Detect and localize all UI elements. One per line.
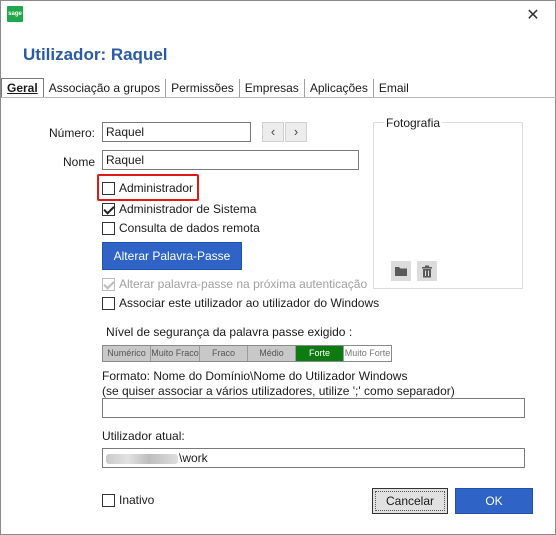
user-dialog: sage ✕ Utilizador: Raquel Geral Associaç… [0,0,556,535]
nivel-seguranca-label: Nível de segurança da palavra passe exig… [106,325,353,339]
trash-icon[interactable] [417,261,437,281]
level-forte[interactable]: Forte [296,346,344,361]
administrador-label: Administrador [119,181,194,195]
nome-label: Nome [63,155,96,169]
inativo-label: Inativo [119,493,155,507]
admin-sistema-label: Administrador de Sistema [119,202,257,216]
consulta-remota-checkbox[interactable]: Consulta de dados remota [102,221,260,235]
close-button[interactable]: ✕ [519,4,547,26]
fotografia-label: Fotografia [384,116,443,130]
tab-bar: Geral Associação a grupos Permissões Emp… [1,78,556,98]
tab-associacao-grupos[interactable]: Associação a grupos [44,79,167,98]
tab-email[interactable]: Email [374,79,414,98]
inativo-checkbox-box[interactable] [102,493,115,507]
windows-user-input[interactable] [102,398,525,418]
utilizador-atual-field: \work [102,448,525,468]
numero-label: Número: [49,126,96,140]
sage-app-icon: sage [7,6,23,22]
nome-input[interactable]: Raquel [102,150,359,170]
tab-permissoes[interactable]: Permissões [166,79,240,98]
tab-empresas[interactable]: Empresas [240,79,305,98]
level-muito-fraco[interactable]: Muito Fraco [151,346,200,361]
formato-line2: (se quiser associar a vários utilizadore… [102,384,455,398]
admin-sistema-checkbox[interactable]: Administrador de Sistema [102,202,256,216]
page-title: Utilizador: Raquel [23,45,168,64]
alterar-proxima-checkbox: Alterar palavra-passe na próxima autenti… [102,277,367,291]
tab-geral[interactable]: Geral [1,78,44,98]
associar-windows-checkbox[interactable]: Associar este utilizador ao utilizador d… [102,296,379,310]
tab-divider [1,97,556,98]
inativo-checkbox[interactable]: Inativo [102,493,154,507]
level-medio[interactable]: Médio [248,346,296,361]
formato-line1: Formato: Nome do Domínio\Nome do Utiliza… [102,369,408,383]
level-fraco[interactable]: Fraco [200,346,248,361]
consulta-remota-checkbox-box[interactable] [102,221,115,235]
utilizador-atual-value: \work [179,451,208,465]
associar-windows-checkbox-box[interactable] [102,296,115,310]
level-numerico[interactable]: Numérico [103,346,151,361]
photo-preview[interactable] [381,132,517,252]
alterar-palavra-passe-button[interactable]: Alterar Palavra-Passe [102,242,242,270]
utilizador-atual-label: Utilizador atual: [102,429,185,443]
numero-input[interactable]: Raquel [102,122,251,142]
admin-sistema-checkbox-box[interactable] [102,202,115,216]
security-level-meter[interactable]: Numérico Muito Fraco Fraco Médio Forte M… [102,345,392,362]
consulta-remota-label: Consulta de dados remota [119,221,260,235]
level-muito-forte[interactable]: Muito Forte [344,346,391,361]
folder-icon[interactable] [391,261,411,281]
alterar-proxima-label: Alterar palavra-passe na próxima autenti… [119,277,368,291]
associar-windows-label: Associar este utilizador ao utilizador d… [119,296,380,310]
tab-aplicacoes[interactable]: Aplicações [305,79,374,98]
cancel-button[interactable]: Cancelar [372,488,448,514]
next-record-button[interactable]: › [285,122,307,142]
administrador-checkbox[interactable]: Administrador [102,181,193,195]
alterar-proxima-checkbox-box [102,277,115,291]
administrador-checkbox-box[interactable] [102,181,115,195]
redacted-domain [106,453,178,464]
ok-button[interactable]: OK [455,488,533,514]
previous-record-button[interactable]: ‹ [262,122,284,142]
